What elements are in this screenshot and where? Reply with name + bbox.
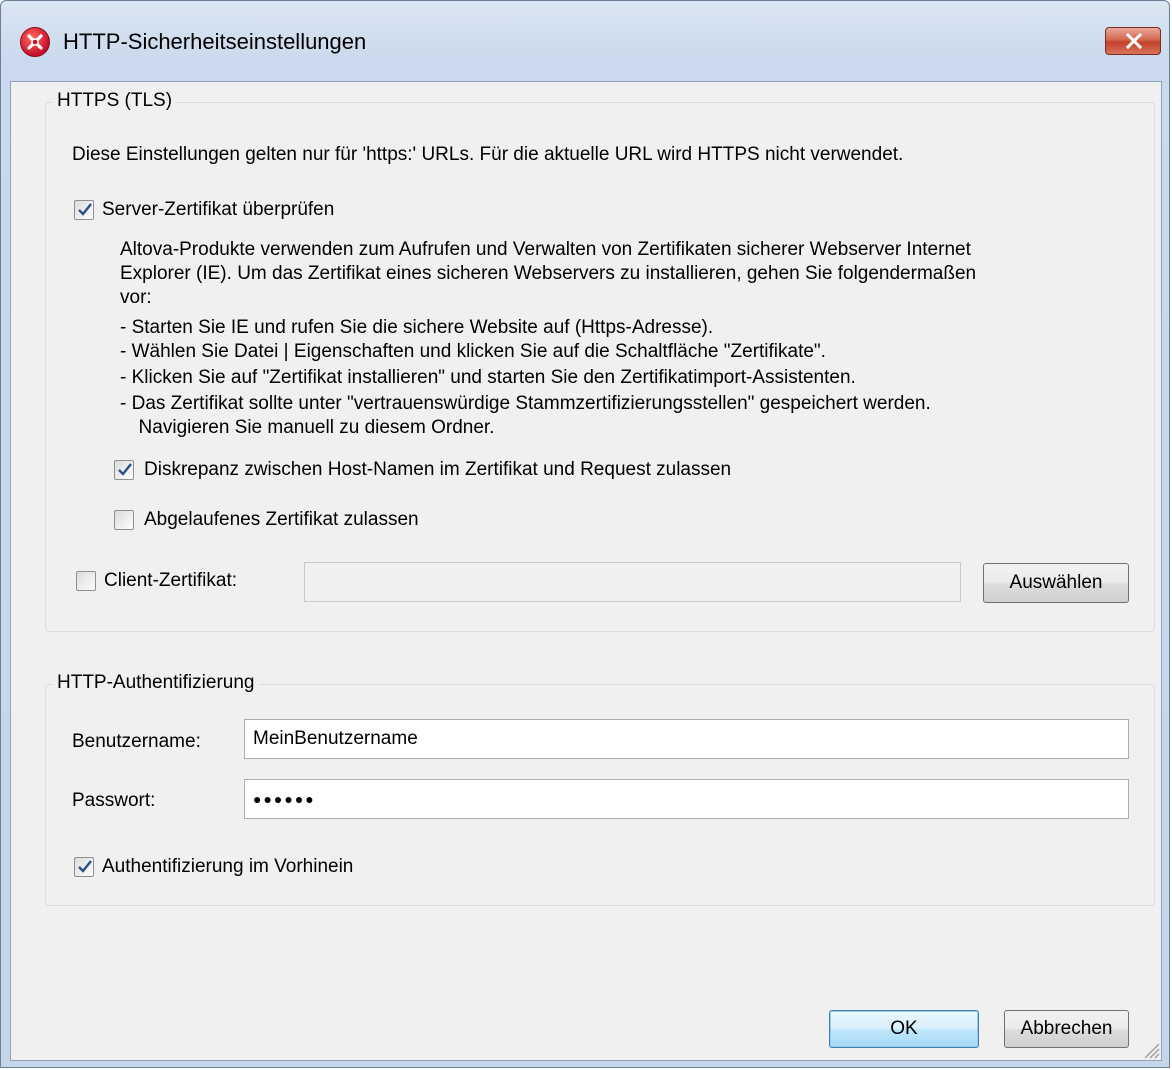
preemptive-auth-checkbox[interactable] [74,857,94,877]
password-input[interactable]: ●●●●●● [244,779,1129,819]
close-button[interactable] [1105,27,1161,55]
resize-grip-icon[interactable] [1139,1038,1161,1060]
select-cert-button[interactable]: Auswählen [983,563,1129,603]
dialog-window: HTTP-Sicherheitseinstellungen HTTPS (TLS… [0,0,1170,1068]
description-line: - Klicken Sie auf "Zertifikat installier… [120,367,856,388]
checkmark-icon [78,860,92,873]
description-line: - Wählen Sie Datei | Eigenschaften und k… [120,341,826,362]
cancel-button[interactable]: Abbrechen [1004,1010,1129,1048]
description-line: Navigieren Sie manuell zu diesem Ordner. [128,417,495,438]
window-title: HTTP-Sicherheitseinstellungen [63,29,367,54]
host-mismatch-label[interactable]: Diskrepanz zwischen Host-Namen im Zertif… [144,458,731,482]
username-label: Benutzername: [72,731,201,752]
expired-cert-checkbox[interactable] [114,510,134,530]
verify-server-cert-label[interactable]: Server-Zertifikat überprüfen [102,198,334,222]
https-info-text: Diese Einstellungen gelten nur für 'http… [72,144,904,165]
description-line: vor: [120,287,152,308]
client-cert-input[interactable] [304,562,961,602]
password-label: Passwort: [72,790,156,811]
description-line: - Starten Sie IE und rufen Sie die siche… [120,317,714,338]
client-cert-checkbox[interactable] [76,571,96,591]
dialog-body: HTTPS (TLS) Diese Einstellungen gelten n… [10,81,1162,1061]
host-mismatch-checkbox[interactable] [114,460,134,480]
username-input[interactable]: MeinBenutzername [244,719,1129,759]
close-icon [1125,33,1143,49]
expired-cert-label[interactable]: Abgelaufenes Zertifikat zulassen [144,508,419,532]
preemptive-auth-label[interactable]: Authentifizierung im Vorhinein [102,855,353,879]
https-group-legend: HTTPS (TLS) [53,90,177,112]
client-cert-label[interactable]: Client-Zertifikat: [104,569,237,593]
app-logo-icon [20,27,50,57]
description-line: Altova-Produkte verwenden zum Aufrufen u… [120,239,971,260]
ok-button[interactable]: OK [829,1010,979,1048]
description-line: Explorer (IE). Um das Zertifikat eines s… [120,263,977,284]
auth-group-legend: HTTP-Authentifizierung [53,672,259,694]
verify-server-cert-checkbox[interactable] [74,200,94,220]
title-bar[interactable]: HTTP-Sicherheitseinstellungen [1,1,1169,81]
checkmark-icon [78,203,92,216]
checkmark-icon [118,463,132,476]
description-line: - Das Zertifikat sollte unter "vertrauen… [120,393,931,414]
